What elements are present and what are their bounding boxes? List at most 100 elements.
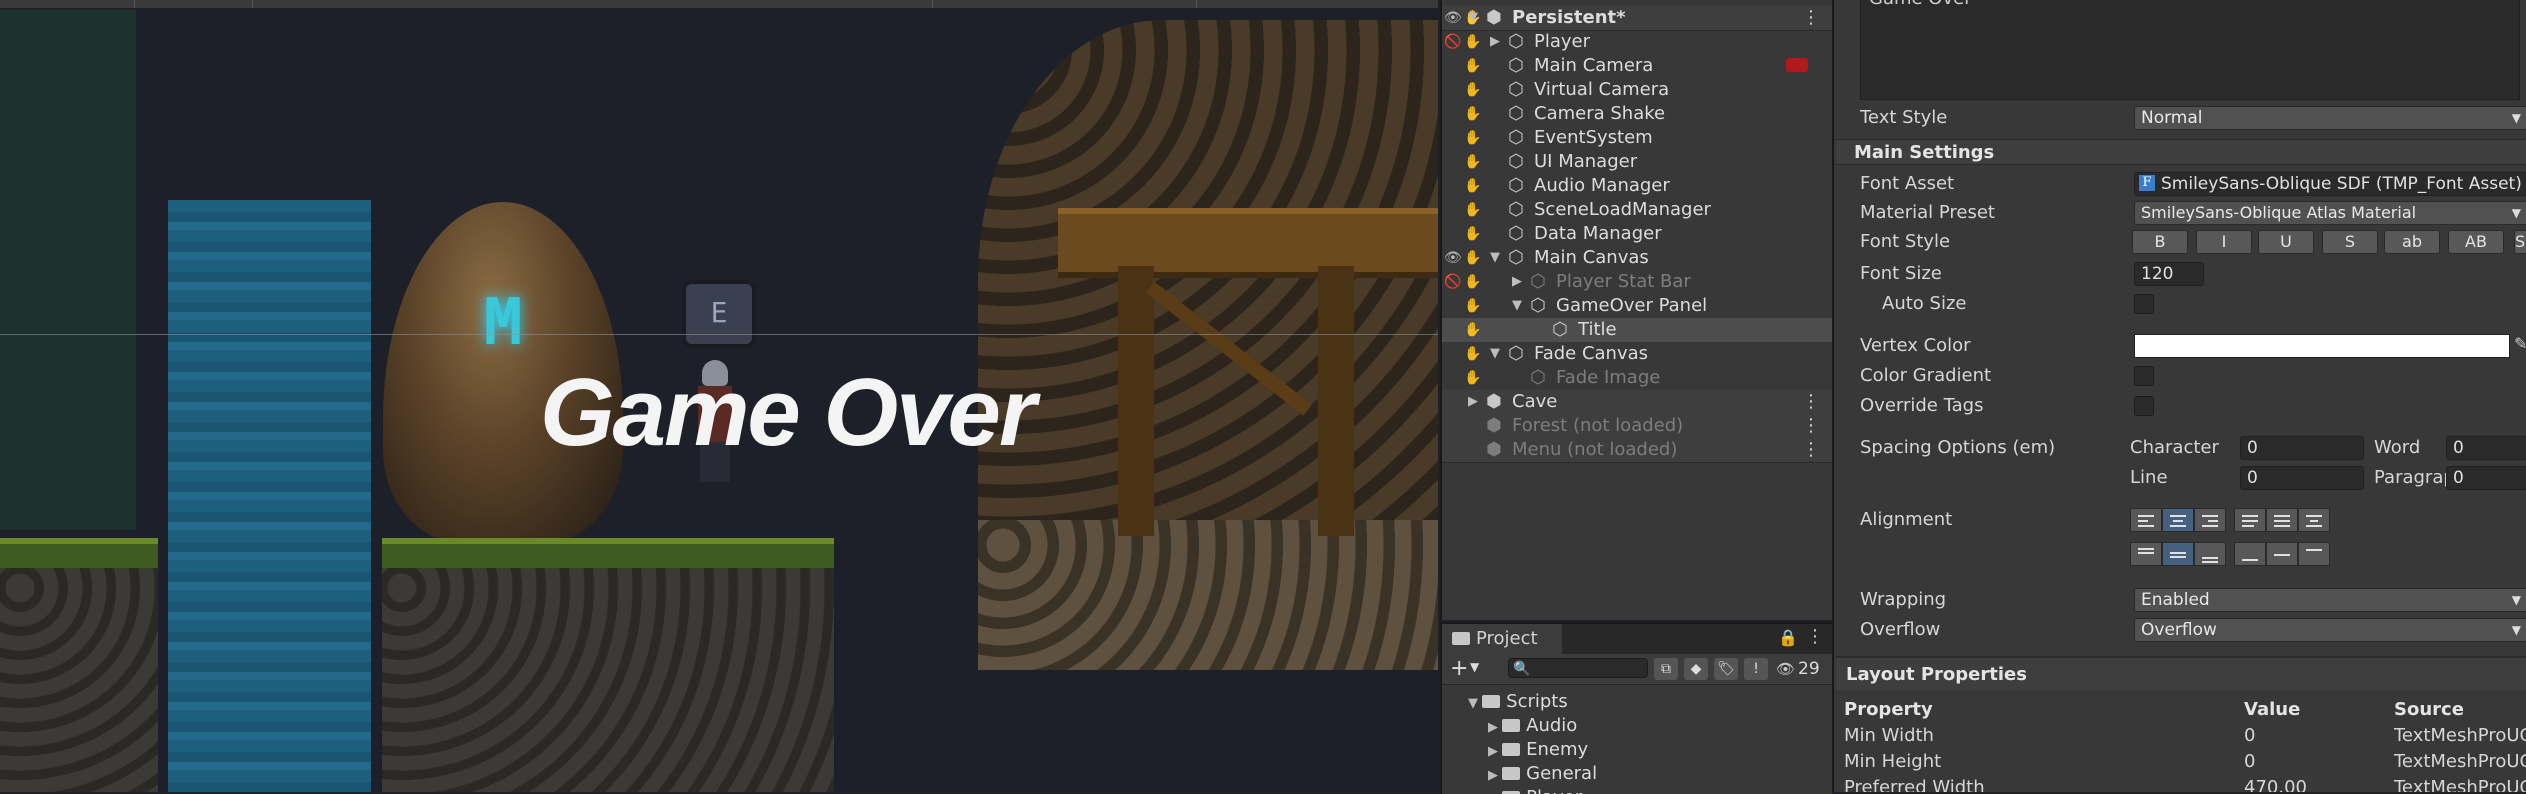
main-settings-header[interactable]: Main Settings xyxy=(1836,139,2526,165)
font-asset-field[interactable]: F SmileySans-Oblique SDF (TMP_Font Asset… xyxy=(2134,172,2526,196)
pickability-toggle-icon[interactable]: ✋ xyxy=(1464,270,1486,294)
chevron-down-icon[interactable]: ▼ xyxy=(1512,294,1528,318)
hierarchy-item[interactable]: 👁 ✋ ▼ ⬡ Main Canvas xyxy=(1442,246,1832,270)
inspector-panel[interactable]: Game Over Text Style Normal Main Setting… xyxy=(1832,0,2526,792)
hierarchy-item[interactable]: ✋ ⬡ SceneLoadManager xyxy=(1442,198,1832,222)
pickability-toggle-icon[interactable]: ✋ xyxy=(1464,54,1486,78)
hierarchy-item[interactable]: ✋ ▼ ⬡ Fade Canvas xyxy=(1442,342,1832,366)
align-right-button[interactable] xyxy=(2194,508,2226,532)
hierarchy-item[interactable]: ✋ ⬡ Virtual Camera xyxy=(1442,78,1832,102)
overflow-dropdown[interactable]: Overflow xyxy=(2134,618,2526,642)
filter-type-icon[interactable]: ◆ xyxy=(1684,658,1708,680)
project-folder-item[interactable]: ▶ Enemy xyxy=(1488,738,1588,762)
hierarchy-item[interactable]: ✋ ⬡ Data Manager xyxy=(1442,222,1832,246)
chevron-right-icon[interactable]: ▶ xyxy=(1488,768,1502,783)
character-spacing-field[interactable]: 0 xyxy=(2240,436,2364,460)
project-folder-item[interactable]: ▶ Player xyxy=(1488,786,1582,794)
pickability-toggle-icon[interactable]: ✋ xyxy=(1464,126,1486,150)
kebab-menu-icon[interactable]: ⋮ xyxy=(1802,390,1820,414)
chevron-right-icon[interactable]: ▶ xyxy=(1468,390,1484,414)
kebab-menu-icon[interactable]: ⋮ xyxy=(1806,626,1824,647)
pickability-toggle-icon[interactable]: ✋ xyxy=(1464,30,1486,54)
hierarchy-item[interactable]: ✋ ▼ ⬡ GameOver Panel xyxy=(1442,294,1832,318)
font-style-button[interactable]: S xyxy=(2322,230,2378,254)
font-size-field[interactable]: 120 xyxy=(2134,262,2204,286)
hierarchy-item[interactable]: ✋ ⬡ Camera Shake xyxy=(1442,102,1832,126)
pickability-toggle-icon[interactable]: ✋ xyxy=(1464,318,1486,342)
align-geometry-center-button[interactable] xyxy=(2298,508,2330,532)
hierarchy-item[interactable]: ✋ ⬡ Audio Manager xyxy=(1442,174,1832,198)
hierarchy-item[interactable]: 🚫 ✋ ▶ ⬡ Player xyxy=(1442,30,1832,54)
pickability-toggle-icon[interactable]: ✋ xyxy=(1464,150,1486,174)
align-midline-button[interactable] xyxy=(2266,542,2298,566)
pickability-toggle-icon[interactable]: ✋ xyxy=(1464,222,1486,246)
wrapping-dropdown[interactable]: Enabled xyxy=(2134,588,2526,612)
override-tags-checkbox[interactable] xyxy=(2134,396,2154,416)
pickability-toggle-icon[interactable]: ✋ xyxy=(1464,366,1486,390)
font-style-button[interactable]: U xyxy=(2258,230,2314,254)
align-flush-button[interactable] xyxy=(2266,508,2298,532)
pickability-toggle-icon[interactable]: ✋ xyxy=(1464,78,1486,102)
chevron-down-icon[interactable]: ▼ xyxy=(1470,660,1479,674)
project-folder-item[interactable]: ▼ Scripts xyxy=(1468,690,1568,714)
font-style-button[interactable]: I xyxy=(2196,230,2252,254)
chevron-right-icon[interactable]: ▶ xyxy=(1512,270,1528,294)
chevron-right-icon[interactable]: ▶ xyxy=(1488,744,1502,759)
filter-label-icon[interactable]: 🏷 xyxy=(1714,658,1738,680)
chevron-right-icon[interactable]: ▶ xyxy=(1490,30,1506,54)
eyedropper-icon[interactable]: ✎ xyxy=(2514,334,2526,353)
game-over-text[interactable]: Game Over xyxy=(540,358,1036,468)
font-style-button[interactable]: ab xyxy=(2384,230,2440,254)
auto-size-checkbox[interactable] xyxy=(2134,294,2154,314)
material-preset-dropdown[interactable]: SmileySans-Oblique Atlas Material xyxy=(2134,201,2526,225)
chevron-down-icon[interactable]: ▼ xyxy=(1490,342,1506,366)
pickability-toggle-icon[interactable]: ✋ xyxy=(1464,174,1486,198)
align-middle-button[interactable] xyxy=(2162,542,2194,566)
font-style-button[interactable]: AB xyxy=(2448,230,2504,254)
chevron-down-icon[interactable]: ▼ xyxy=(1490,246,1506,270)
chevron-down-icon[interactable]: ▼ xyxy=(1468,6,1484,30)
project-folder-item[interactable]: ▶ Audio xyxy=(1488,714,1577,738)
hierarchy-item[interactable]: ✋ ⬡ Title xyxy=(1442,318,1832,342)
hidden-packages-icon[interactable]: 👁 xyxy=(1776,660,1795,678)
hierarchy-item[interactable]: ✋ ⬡ UI Manager xyxy=(1442,150,1832,174)
visibility-toggle-icon[interactable]: 👁 xyxy=(1444,246,1466,270)
pickability-toggle-icon[interactable]: ✋ xyxy=(1464,198,1486,222)
align-left-button[interactable] xyxy=(2130,508,2162,532)
visibility-toggle-icon[interactable]: 🚫 xyxy=(1444,270,1466,294)
visibility-toggle-icon[interactable]: 👁 xyxy=(1444,6,1466,30)
add-button[interactable]: + xyxy=(1450,656,1468,681)
pickability-toggle-icon[interactable]: ✋ xyxy=(1464,342,1486,366)
scene-view[interactable]: M E Game Over xyxy=(0,0,1438,792)
color-gradient-checkbox[interactable] xyxy=(2134,366,2154,386)
hierarchy-item[interactable]: 🚫 ✋ ▶ ⬡ Player Stat Bar xyxy=(1442,270,1832,294)
hierarchy-item[interactable]: ✋ ⬡ Main Camera xyxy=(1442,54,1832,78)
layout-properties-header[interactable]: Layout Properties xyxy=(1836,656,2526,690)
lock-icon[interactable]: 🔒 xyxy=(1778,628,1798,647)
chevron-down-icon[interactable]: ▼ xyxy=(1468,696,1482,711)
hierarchy-panel[interactable]: 👁 ✋ ▼ ⬢ Persistent* ⋮ 🚫 ✋ ▶ ⬡ Player ✋ ⬡ Main Camera ✋… xyxy=(1440,0,1832,620)
text-style-dropdown[interactable]: Normal xyxy=(2134,106,2526,130)
kebab-menu-icon[interactable]: ⋮ xyxy=(1802,438,1820,462)
word-spacing-field[interactable]: 0 xyxy=(2446,436,2526,460)
align-capline-button[interactable] xyxy=(2298,542,2330,566)
search-scope-icon[interactable]: ⧉ xyxy=(1654,658,1678,680)
align-justified-button[interactable] xyxy=(2234,508,2266,532)
font-style-button[interactable]: B xyxy=(2132,230,2188,254)
hierarchy-scene-row[interactable]: ⬢ Menu (not loaded) ⋮ xyxy=(1442,438,1832,463)
console-warning-icon[interactable]: ! xyxy=(1744,658,1768,680)
tab-project[interactable]: Project xyxy=(1442,624,1562,654)
line-spacing-field[interactable]: 0 xyxy=(2240,466,2364,490)
pickability-toggle-icon[interactable]: ✋ xyxy=(1464,294,1486,318)
font-style-button[interactable]: SC xyxy=(2514,230,2526,254)
align-baseline-button[interactable] xyxy=(2234,542,2266,566)
hierarchy-scene-row[interactable]: ⬢ Forest (not loaded) ⋮ xyxy=(1442,414,1832,439)
hierarchy-scene-row[interactable]: ▶ ⬢ Cave ⋮ xyxy=(1442,390,1832,415)
hierarchy-scene-row[interactable]: 👁 ✋ ▼ ⬢ Persistent* ⋮ xyxy=(1442,6,1832,31)
search-input[interactable]: 🔍 xyxy=(1508,658,1648,678)
project-panel[interactable]: Project 🔒 ⋮ + ▼ 🔍 ⧉ ◆ 🏷 ! 👁 29 ▼ Scripts… xyxy=(1440,622,1832,794)
text-input-area[interactable]: Game Over xyxy=(1860,0,2520,100)
kebab-menu-icon[interactable]: ⋮ xyxy=(1802,414,1820,438)
vertex-color-swatch[interactable] xyxy=(2134,334,2510,358)
align-center-button[interactable] xyxy=(2162,508,2194,532)
